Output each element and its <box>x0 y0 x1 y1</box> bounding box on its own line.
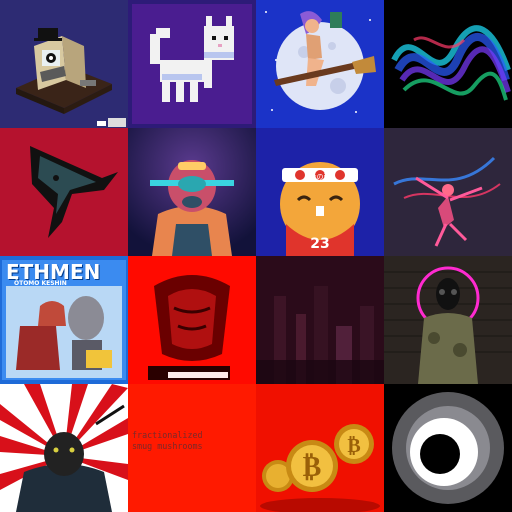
tile-computer-robot[interactable] <box>0 0 128 128</box>
tile-witch-on-moon[interactable] <box>256 0 384 128</box>
card-subtitle: ŌTOMO KESHIN <box>14 280 67 287</box>
tile-bitcoin-coins[interactable]: ₿ ₿ <box>256 384 384 512</box>
tile-eye-ring[interactable] <box>384 384 512 512</box>
jersey-number: 23 <box>310 236 329 252</box>
tile-neon-waves[interactable] <box>384 0 512 128</box>
tile-astronaut-portrait[interactable] <box>128 128 256 256</box>
nft-gallery-grid: 23 香の弱 ETHMEN ŌTOMO KESHIN fractionalize… <box>0 0 512 512</box>
tile-ethmen-card[interactable]: ETHMEN ŌTOMO KESHIN <box>0 256 128 384</box>
tile-pixel-cat[interactable] <box>128 0 256 128</box>
tile-shark-fin[interactable] <box>0 128 128 256</box>
tile-panther-samurai[interactable] <box>0 384 128 512</box>
tile-caption: fractionalized smug mushrooms <box>132 430 203 451</box>
tile-dark-city[interactable] <box>256 256 384 384</box>
headband-text: 香の弱 <box>310 172 331 181</box>
tile-gasmask-figure[interactable] <box>384 256 512 384</box>
tile-neon-dancer[interactable] <box>384 128 512 256</box>
svg-text:₿: ₿ <box>347 433 360 457</box>
tile-nugget-character[interactable]: 23 香の弱 <box>256 128 384 256</box>
tile-red-statue[interactable] <box>128 256 256 384</box>
tile-fractionalized-text[interactable]: fractionalized smug mushrooms <box>128 384 256 512</box>
bitcoin-symbol-icon: ₿ <box>303 450 322 483</box>
